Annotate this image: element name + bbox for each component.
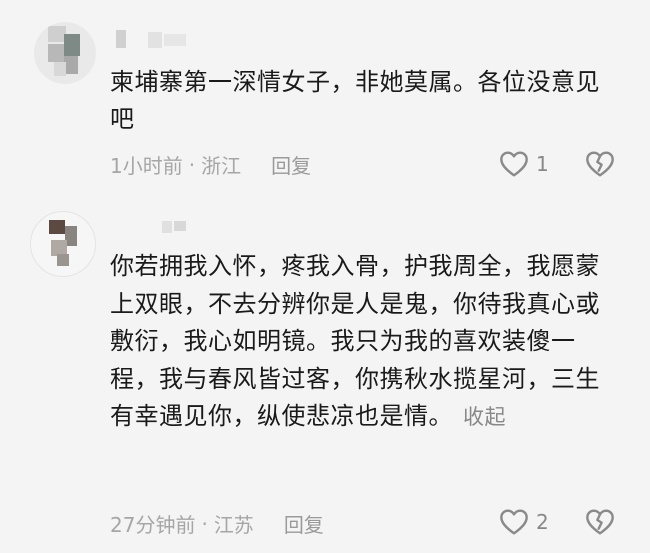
comment-time: 27分钟前 [110, 513, 196, 537]
comment-text: 你若拥我入怀，疼我入骨，护我周全，我愿蒙上双眼，不去分辨你是人是鬼，你待我真心或… [110, 248, 610, 437]
comment-meta: 1小时前 · 浙江 回复 [110, 150, 311, 179]
avatar[interactable] [30, 211, 96, 277]
dislike-button[interactable] [584, 506, 616, 542]
broken-heart-icon [586, 509, 614, 535]
comment-item: 你若拥我入怀，疼我入骨，护我周全，我愿蒙上双眼，不去分辨你是人是鬼，你待我真心或… [0, 195, 650, 553]
comment-meta: 27分钟前 · 江苏 回复 [110, 509, 324, 538]
comment-location: 浙江 [201, 154, 242, 178]
comment-text-content: 柬埔寨第一深情女子，非她莫属。各位没意见吧 [110, 68, 600, 133]
heart-icon [500, 509, 528, 535]
meta-separator: · [188, 152, 196, 177]
avatar[interactable] [34, 22, 96, 84]
like-button[interactable]: 2 [498, 506, 549, 538]
reply-button[interactable]: 回复 [284, 509, 324, 538]
comment-text: 柬埔寨第一深情女子，非她莫属。各位没意见吧 [110, 64, 610, 138]
reply-button[interactable]: 回复 [271, 150, 311, 179]
heart-icon [500, 151, 528, 177]
meta-separator: · [201, 511, 208, 536]
comment-location: 江苏 [213, 513, 254, 537]
dislike-button[interactable] [584, 148, 616, 184]
broken-heart-icon [586, 151, 614, 177]
username-blurred[interactable] [112, 217, 192, 237]
collapse-link[interactable]: 收起 [463, 405, 506, 429]
username-blurred[interactable] [112, 30, 192, 50]
like-count: 1 [536, 152, 549, 176]
like-button[interactable]: 1 [498, 148, 549, 180]
comment-item: 柬埔寨第一深情女子，非她莫属。各位没意见吧 1小时前 · 浙江 回复 1 [0, 0, 650, 195]
comment-text-content: 你若拥我入怀，疼我入骨，护我周全，我愿蒙上双眼，不去分辨你是人是鬼，你待我真心或… [110, 252, 600, 430]
comment-time: 1小时前 [110, 154, 183, 178]
like-count: 2 [536, 510, 549, 534]
